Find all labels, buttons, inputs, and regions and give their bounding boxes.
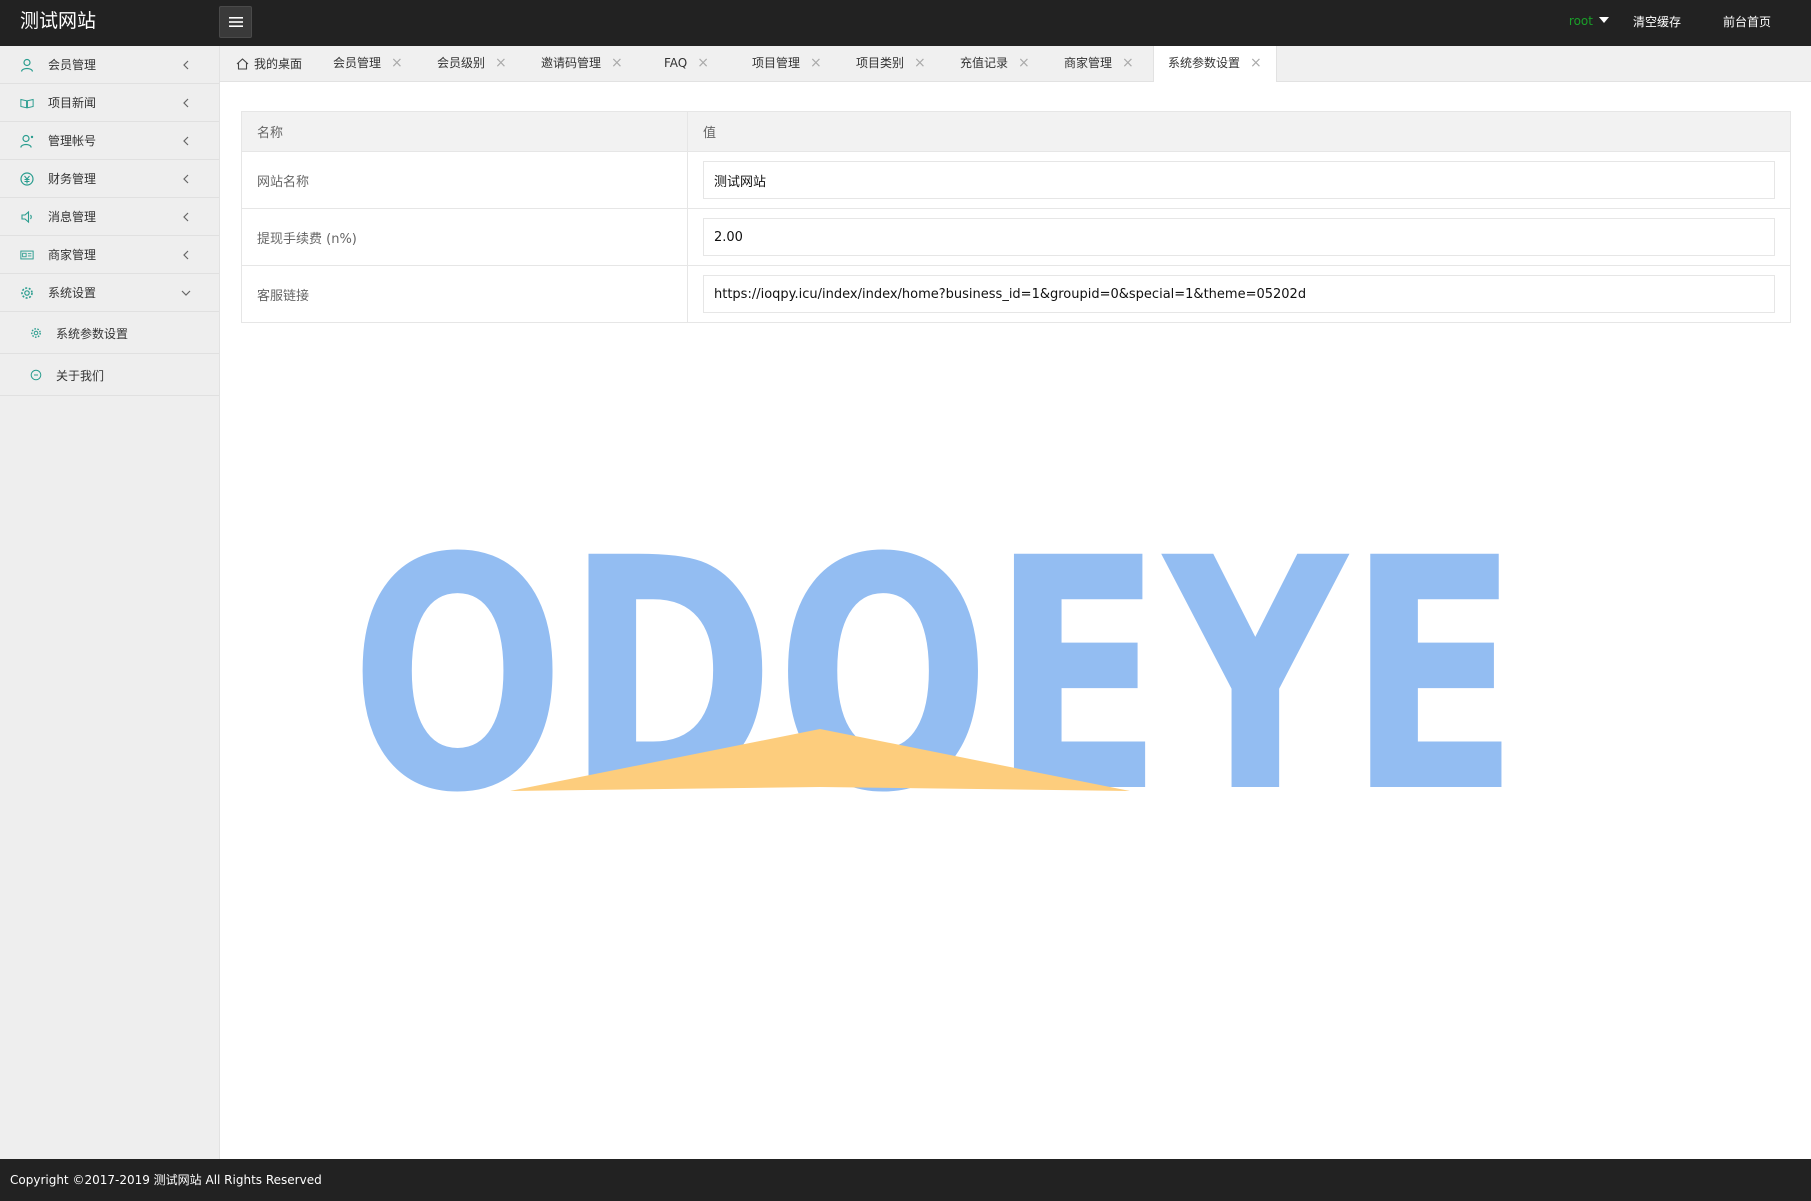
site-title[interactable]: 测试网站 [20,0,96,42]
tab-faq[interactable]: FAQ × [664,46,709,82]
tab-system-params[interactable]: 系统参数设置 × [1153,46,1277,83]
speaker-icon [20,210,34,224]
tab-invite-codes[interactable]: 邀请码管理 × [541,46,623,82]
user-menu[interactable]: root [1569,14,1609,28]
top-header: 测试网站 root 清空缓存 前台首页 [0,0,1811,46]
tab-projects[interactable]: 项目管理 × [752,46,822,82]
param-value-cell [687,208,1791,266]
tab-bar: 我的桌面 会员管理 × 会员级别 × 邀请码管理 × FAQ × 项目管理 × 项目类别 ×… [220,46,1811,83]
table-row: 客服链接 [241,265,1791,323]
admin-user-icon [20,134,34,148]
sidebar-item-label: 会员管理 [48,58,97,72]
column-header-value: 值 [687,111,1791,152]
tab-merchants[interactable]: 商家管理 × [1064,46,1134,82]
tab-label: 项目类别 [856,56,905,70]
service-link-input[interactable] [703,275,1775,313]
sidebar-item-news[interactable]: 项目新闻 [0,84,219,122]
user-icon [20,58,34,72]
table-header-row: 名称 值 [241,111,1791,152]
close-icon[interactable]: × [391,55,403,71]
book-icon [20,96,34,110]
header-actions: root 清空缓存 前台首页 [1569,0,1811,42]
sidebar-item-label: 消息管理 [48,210,97,224]
chevron-left-icon [183,60,189,70]
footer: Copyright ©2017-2019 测试网站 All Rights Res… [0,1159,1811,1201]
sidebar-item-messages[interactable]: 消息管理 [0,198,219,236]
hamburger-icon [228,17,243,27]
withdraw-fee-input[interactable] [703,218,1775,256]
finance-icon [20,172,34,186]
main-content: 名称 值 网站名称 提现手续费 (n%) 客服链接 [220,82,1811,1159]
tab-label: 系统参数设置 [1168,56,1241,70]
sidebar-subitem-system-params[interactable]: 系统参数设置 [0,312,219,354]
sidebar-item-system-settings[interactable]: 系统设置 [0,274,219,312]
user-name[interactable]: root [1569,14,1593,28]
home-icon [236,58,249,70]
table-row: 网站名称 [241,151,1791,209]
tab-label: 商家管理 [1064,56,1113,70]
tab-home[interactable]: 我的桌面 [236,46,302,82]
param-name: 提现手续费 (n%) [241,208,688,266]
info-circle-icon [30,369,42,381]
tab-label: 充值记录 [960,56,1009,70]
sidebar: 会员管理 项目新闻 管理帐号 财务管理 消息管理 商家管理 系统设置 系统参数设… [0,46,220,1159]
tab-recharge-records[interactable]: 充值记录 × [960,46,1030,82]
tab-label: 会员级别 [437,56,486,70]
site-name-input[interactable] [703,161,1775,199]
param-name: 客服链接 [241,265,688,323]
chevron-left-icon [183,98,189,108]
tab-label: 邀请码管理 [541,56,602,70]
sidebar-item-label: 管理帐号 [48,134,97,148]
tab-label: 项目管理 [752,56,801,70]
gear-icon [20,286,34,300]
param-name: 网站名称 [241,151,688,209]
tab-member-levels[interactable]: 会员级别 × [437,46,507,82]
param-value-cell [687,151,1791,209]
close-icon[interactable]: × [914,55,926,71]
tab-project-categories[interactable]: 项目类别 × [856,46,926,82]
close-icon[interactable]: × [1018,55,1030,71]
sidebar-item-admin-accounts[interactable]: 管理帐号 [0,122,219,160]
column-header-name: 名称 [241,111,688,152]
front-home-link[interactable]: 前台首页 [1723,13,1771,30]
caret-down-icon[interactable] [1598,16,1609,23]
sidebar-item-label: 项目新闻 [48,96,97,110]
sidebar-subitem-label: 关于我们 [56,369,105,383]
menu-toggle-button[interactable] [219,6,252,38]
tab-label: FAQ [664,56,688,70]
tab-label: 会员管理 [333,56,382,70]
close-icon[interactable]: × [611,55,623,71]
clear-cache-link[interactable]: 清空缓存 [1633,13,1681,30]
odoeye-watermark-logo: ODOEYE [350,491,1520,827]
sidebar-subitem-about-us[interactable]: 关于我们 [0,354,219,396]
close-icon[interactable]: × [495,55,507,71]
chevron-left-icon [183,174,189,184]
close-icon[interactable]: × [1250,55,1262,71]
param-value-cell [687,265,1791,323]
chevron-left-icon [183,136,189,146]
tab-label: 我的桌面 [254,57,303,71]
chevron-down-icon [181,290,191,296]
close-icon[interactable]: × [810,55,822,71]
close-icon[interactable]: × [697,55,709,71]
sidebar-item-merchants[interactable]: 商家管理 [0,236,219,274]
tab-members[interactable]: 会员管理 × [333,46,403,82]
table-row: 提现手续费 (n%) [241,208,1791,266]
chevron-left-icon [183,250,189,260]
sidebar-item-label: 财务管理 [48,172,97,186]
chevron-left-icon [183,212,189,222]
sidebar-item-finance[interactable]: 财务管理 [0,160,219,198]
gear-small-icon [30,327,42,339]
sidebar-subitem-label: 系统参数设置 [56,327,129,341]
sidebar-item-label: 系统设置 [48,286,97,300]
merchant-card-icon [20,248,34,262]
close-icon[interactable]: × [1122,55,1134,71]
sidebar-item-members[interactable]: 会员管理 [0,46,219,84]
params-table: 名称 值 网站名称 提现手续费 (n%) 客服链接 [241,111,1791,323]
sidebar-item-label: 商家管理 [48,248,97,262]
